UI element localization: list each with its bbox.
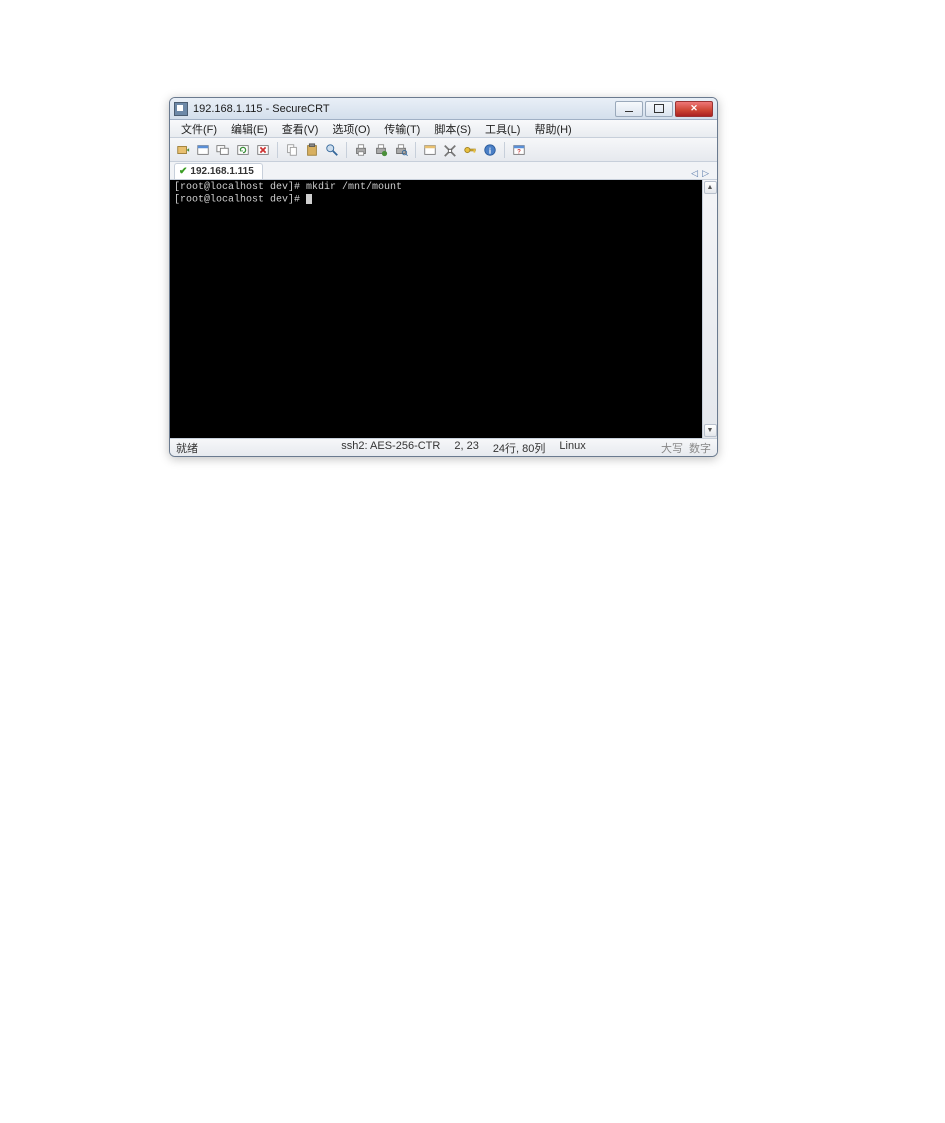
scroll-down-icon[interactable]: ▼ xyxy=(704,424,717,437)
session-tab[interactable]: ✔ 192.168.1.115 xyxy=(174,163,263,179)
toolbar-separator xyxy=(346,142,347,158)
session-tab-label: 192.168.1.115 xyxy=(190,166,253,177)
quick-connect-icon[interactable] xyxy=(174,141,192,159)
tab-scroll-left-icon[interactable]: ◁ xyxy=(691,168,698,179)
tab-scroll-right-icon[interactable]: ▷ xyxy=(702,168,709,179)
tabbar: ✔ 192.168.1.115 ◁ ▷ xyxy=(170,162,717,180)
menu-tools[interactable]: 工具(L) xyxy=(479,120,526,138)
window-title: 192.168.1.115 - SecureCRT xyxy=(193,103,615,115)
reconnect-icon[interactable] xyxy=(234,141,252,159)
toolbar-separator xyxy=(504,142,505,158)
menu-transfer[interactable]: 传输(T) xyxy=(378,120,426,138)
paste-icon[interactable] xyxy=(303,141,321,159)
toolbar-separator xyxy=(415,142,416,158)
scroll-up-icon[interactable]: ▲ xyxy=(704,181,717,194)
menu-script[interactable]: 脚本(S) xyxy=(428,120,477,138)
status-terminal-size: 24行, 80列 xyxy=(493,440,546,456)
new-session-icon[interactable] xyxy=(194,141,212,159)
find-icon[interactable] xyxy=(323,141,341,159)
status-connection: ssh2: AES-256-CTR xyxy=(341,440,440,456)
titlebar[interactable]: 192.168.1.115 - SecureCRT xyxy=(170,98,717,120)
session-manager-icon[interactable] xyxy=(214,141,232,159)
status-numlock: 数字 xyxy=(689,440,711,456)
cursor-icon xyxy=(306,194,312,204)
connected-check-icon: ✔ xyxy=(179,166,187,177)
toolbar: i ? xyxy=(170,138,717,162)
status-terminal-type: Linux xyxy=(559,440,585,456)
settings-icon[interactable] xyxy=(441,141,459,159)
copy-icon[interactable] xyxy=(283,141,301,159)
toolbar-separator xyxy=(277,142,278,158)
minimize-button[interactable] xyxy=(615,101,643,117)
print-setup-icon[interactable] xyxy=(372,141,390,159)
scroll-track[interactable] xyxy=(704,194,717,424)
securecrt-window: 192.168.1.115 - SecureCRT 文件(F) 编辑(E) 查看… xyxy=(169,97,718,457)
menu-view[interactable]: 查看(V) xyxy=(276,120,325,138)
info-icon[interactable]: i xyxy=(481,141,499,159)
status-capslock: 大写 xyxy=(661,440,683,456)
app-icon xyxy=(174,102,188,116)
terminal-prompt: [root@localhost dev]# xyxy=(174,195,306,206)
terminal-container: [root@localhost dev]# mkdir /mnt/mount [… xyxy=(170,180,717,438)
status-ready: 就绪 xyxy=(176,440,266,456)
tab-nav: ◁ ▷ xyxy=(691,168,713,179)
status-cursor-position: 2, 23 xyxy=(454,440,478,456)
menu-options[interactable]: 选项(O) xyxy=(326,120,376,138)
maximize-button[interactable] xyxy=(645,101,673,117)
print-preview-icon[interactable] xyxy=(392,141,410,159)
terminal[interactable]: [root@localhost dev]# mkdir /mnt/mount [… xyxy=(170,180,702,438)
disconnect-icon[interactable] xyxy=(254,141,272,159)
key-icon[interactable] xyxy=(461,141,479,159)
vertical-scrollbar[interactable]: ▲ ▼ xyxy=(702,180,717,438)
svg-text:?: ? xyxy=(517,148,521,155)
menu-file[interactable]: 文件(F) xyxy=(175,120,223,138)
window-controls xyxy=(615,101,713,117)
close-button[interactable] xyxy=(675,101,713,117)
menu-edit[interactable]: 编辑(E) xyxy=(225,120,274,138)
terminal-command: mkdir /mnt/mount xyxy=(306,182,402,193)
terminal-prompt: [root@localhost dev]# xyxy=(174,182,306,193)
menu-help[interactable]: 帮助(H) xyxy=(528,120,577,138)
help-icon[interactable]: ? xyxy=(510,141,528,159)
menubar: 文件(F) 编辑(E) 查看(V) 选项(O) 传输(T) 脚本(S) 工具(L… xyxy=(170,120,717,138)
new-window-icon[interactable] xyxy=(421,141,439,159)
statusbar: 就绪 ssh2: AES-256-CTR 2, 23 24行, 80列 Linu… xyxy=(170,438,717,456)
print-icon[interactable] xyxy=(352,141,370,159)
